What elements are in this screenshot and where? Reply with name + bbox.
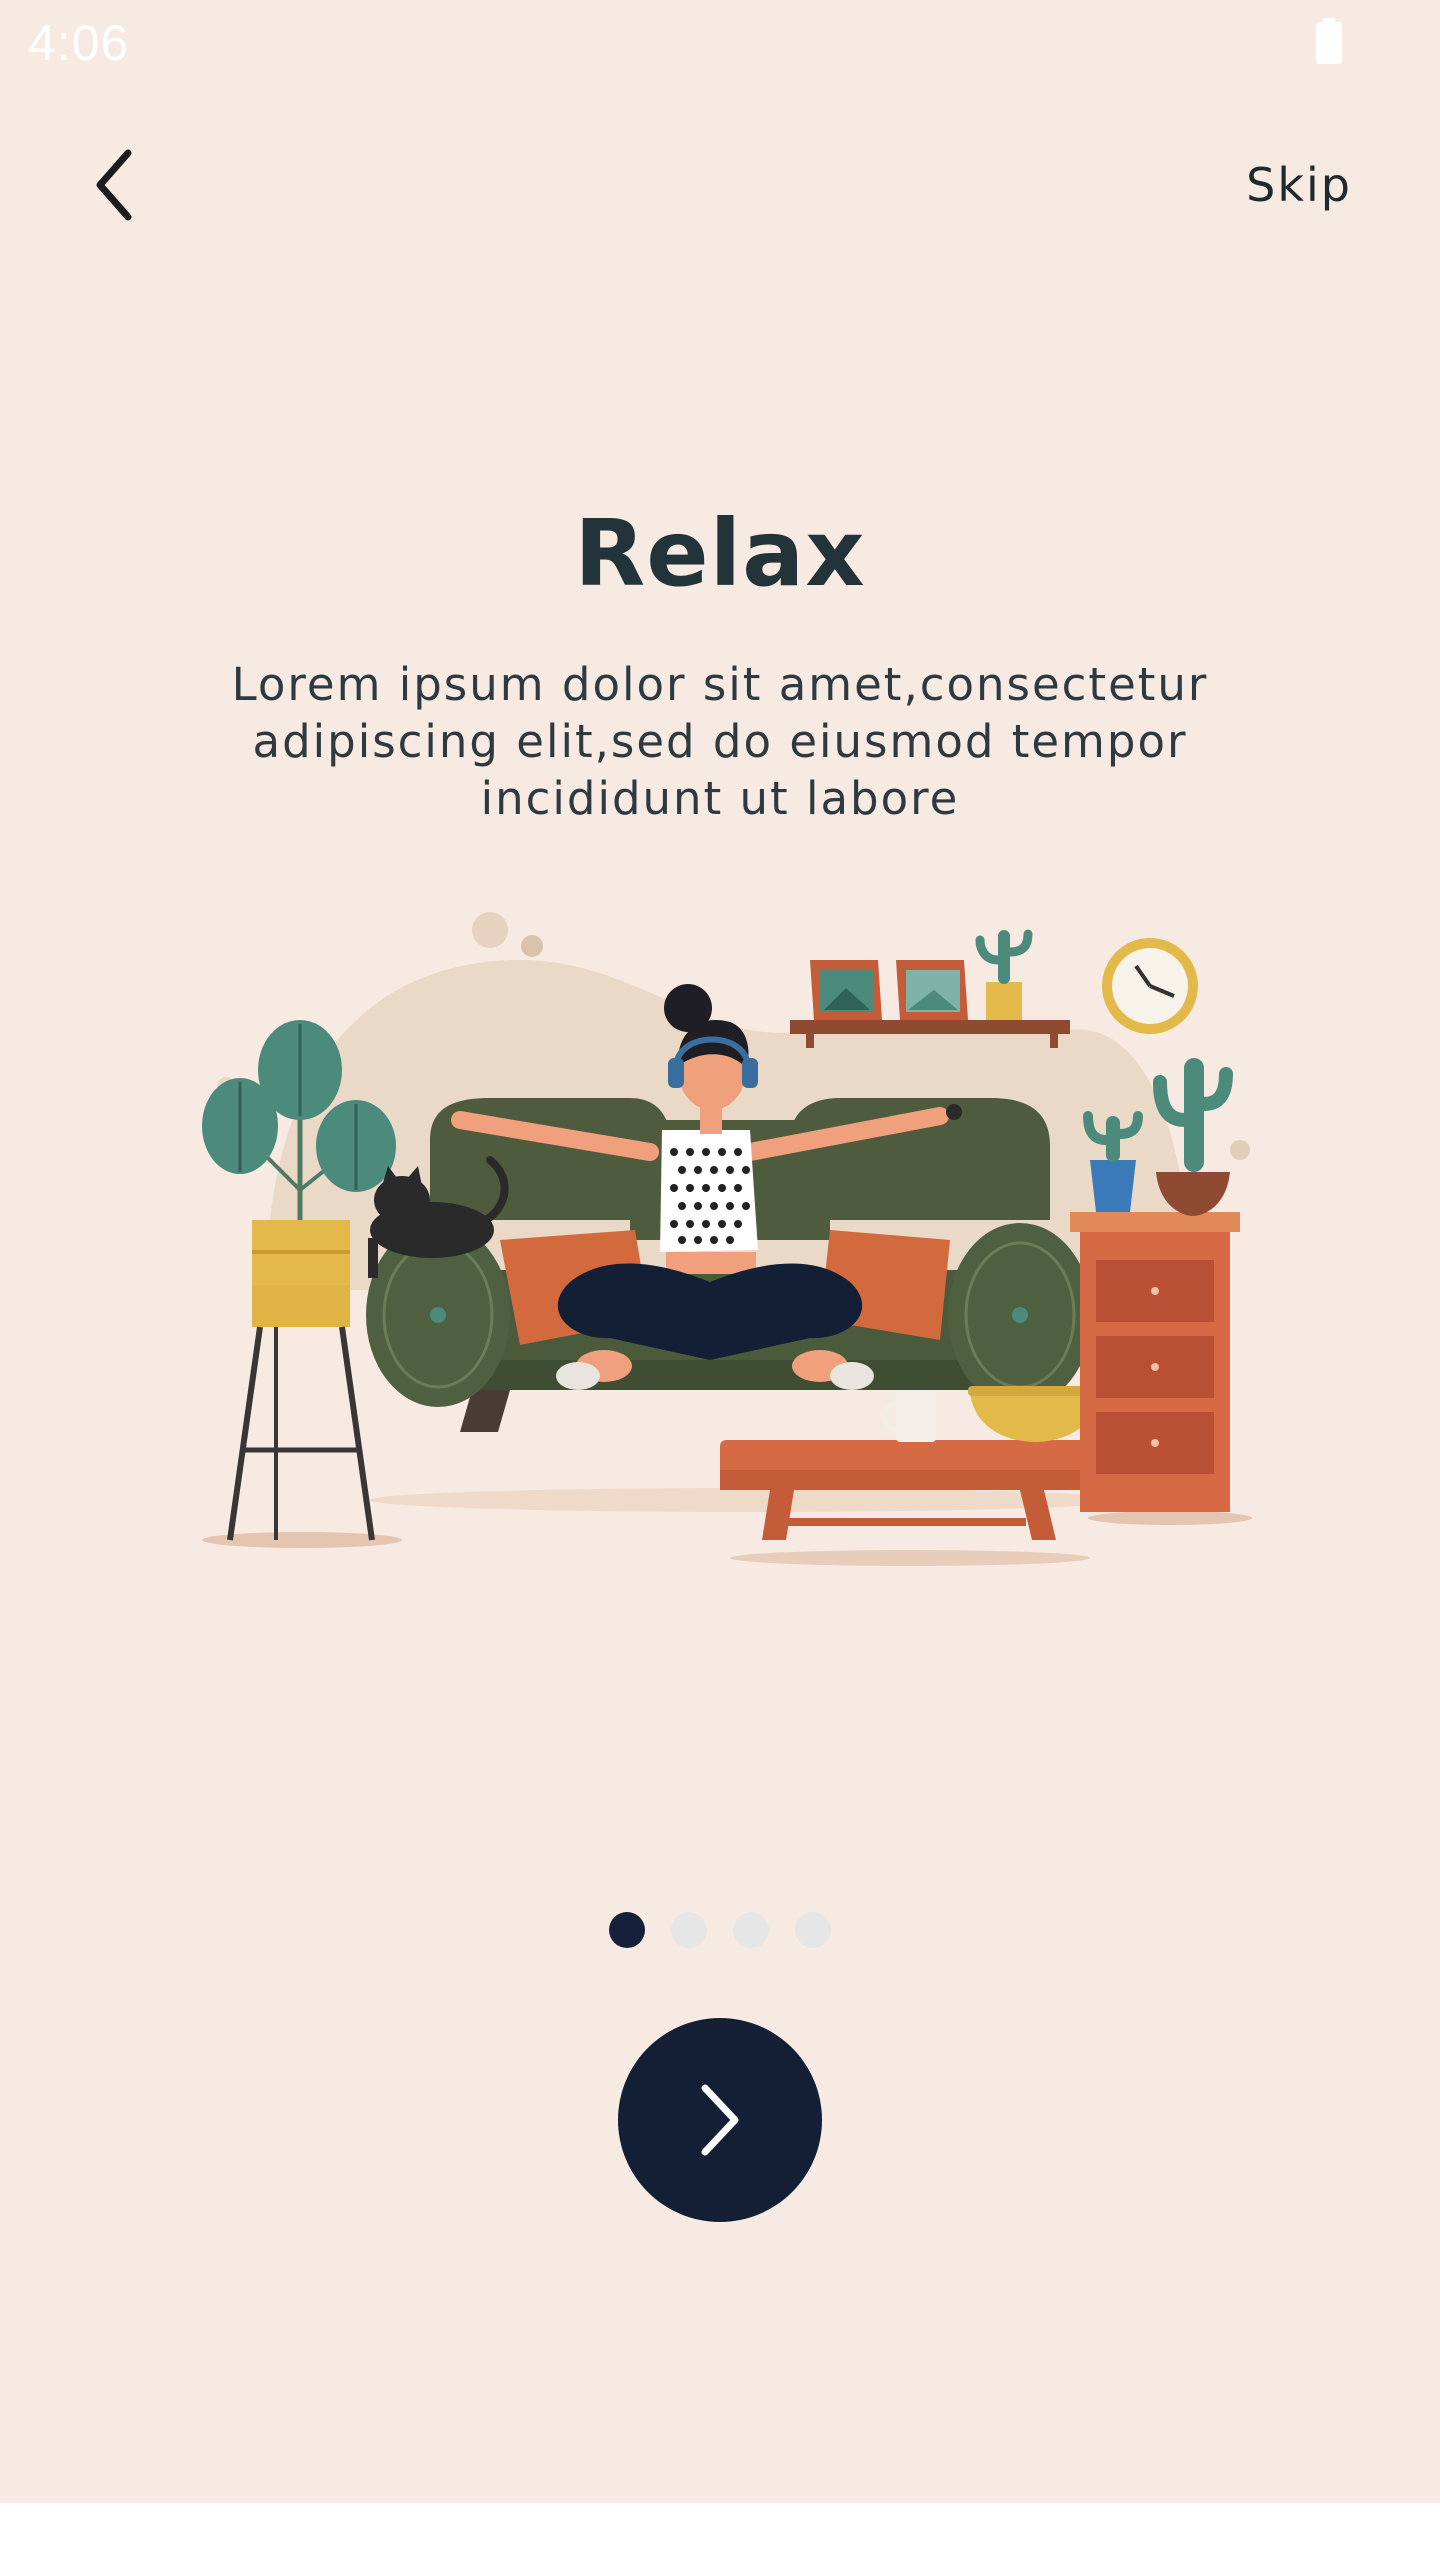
next-button[interactable] [618, 2018, 822, 2222]
onboarding-screen: 4:06 Skip Relax Lorem ipsum dolor sit am… [0, 0, 1440, 2503]
skip-button[interactable]: Skip [1246, 158, 1352, 212]
page-description: Lorem ipsum dolor sit amet,consectetur a… [231, 658, 1209, 825]
page-dot-2[interactable] [671, 1912, 707, 1948]
chevron-right-icon [701, 2084, 739, 2156]
page-dot-3[interactable] [733, 1912, 769, 1948]
back-button[interactable] [70, 140, 160, 230]
page-dot-4[interactable] [795, 1912, 831, 1948]
page-dot-1[interactable] [609, 1912, 645, 1948]
status-time: 4:06 [28, 15, 130, 71]
pagination-dots [0, 1912, 1440, 1948]
relax-illustration [202, 912, 1252, 1566]
chevron-left-icon [96, 149, 132, 221]
page-title: Relax [574, 500, 866, 607]
battery-icon [1316, 18, 1342, 64]
